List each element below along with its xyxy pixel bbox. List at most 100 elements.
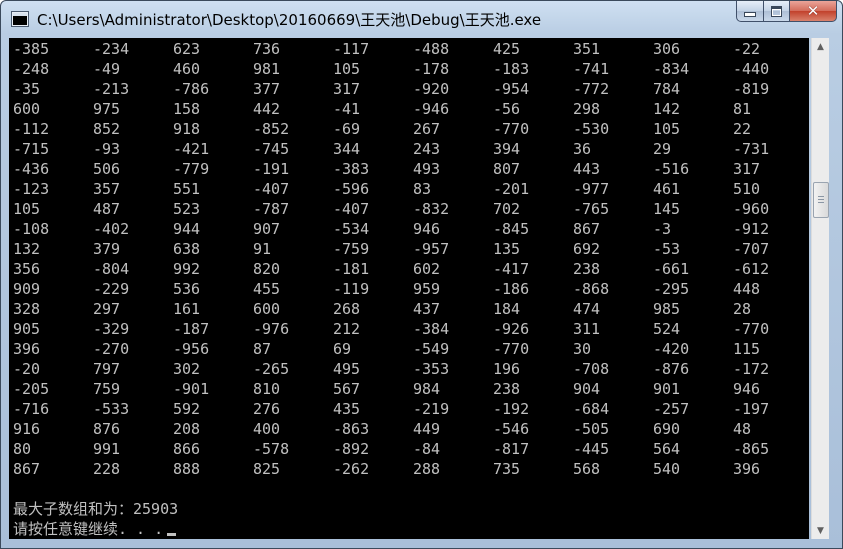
number-cell: -819: [733, 80, 770, 98]
number-cell: -445: [573, 440, 610, 458]
number-cell: -549: [413, 340, 450, 358]
number-cell: 784: [653, 80, 681, 98]
number-cell: 904: [573, 380, 601, 398]
vertical-scrollbar[interactable]: ▲ ▼: [811, 38, 829, 539]
number-cell: -745: [253, 140, 290, 158]
console-output[interactable]: -385 -234 623 736 -117 -488 425 351 306 -22 -248 -4…: [9, 38, 809, 539]
text-cursor: [167, 533, 177, 536]
number-cell: 638: [173, 240, 201, 258]
number-cell: 105: [333, 60, 361, 78]
number-cell: -172: [733, 360, 770, 378]
number-cell: 985: [653, 300, 681, 318]
number-cell: -892: [333, 440, 370, 458]
number-cell: -123: [13, 180, 50, 198]
number-cell: -178: [413, 60, 450, 78]
number-cell: 212: [333, 320, 361, 338]
number-cell: 228: [93, 460, 121, 478]
result-line: 最大子数组和为：25903: [13, 500, 179, 518]
number-cell: 267: [413, 120, 441, 138]
number-cell: -863: [333, 420, 370, 438]
number-cell: 91: [253, 240, 272, 258]
number-cell: 276: [253, 400, 281, 418]
number-cell: -731: [733, 140, 770, 158]
number-cell: 30: [573, 340, 592, 358]
number-cell: 83: [413, 180, 432, 198]
scroll-down-button[interactable]: ▼: [812, 522, 829, 539]
number-cell: 435: [333, 400, 361, 418]
number-cell: -3: [653, 220, 672, 238]
number-cell: 540: [653, 460, 681, 478]
number-cell: -270: [93, 340, 130, 358]
number-cell: 36: [573, 140, 592, 158]
number-cell: -407: [333, 200, 370, 218]
number-cell: -112: [13, 120, 50, 138]
number-cell: 311: [573, 320, 601, 338]
maximize-button[interactable]: [764, 1, 790, 22]
number-cell: 396: [13, 340, 41, 358]
prompt-text: 请按任意键继续. . .: [13, 520, 164, 538]
number-cell: -530: [573, 120, 610, 138]
number-cell: 132: [13, 240, 41, 258]
number-cell: 888: [173, 460, 201, 478]
minimize-button[interactable]: [736, 1, 764, 22]
number-cell: 158: [173, 100, 201, 118]
number-cell: -191: [253, 160, 290, 178]
number-cell: 377: [253, 80, 281, 98]
number-cell: -436: [13, 160, 50, 178]
number-cell: 536: [173, 280, 201, 298]
number-cell: 946: [733, 380, 761, 398]
number-cell: 916: [13, 420, 41, 438]
number-cell: 493: [413, 160, 441, 178]
window-title: C:\Users\Administrator\Desktop\20160669\…: [37, 11, 542, 29]
scroll-thumb[interactable]: [813, 182, 829, 218]
number-cell: 984: [413, 380, 441, 398]
number-cell: -248: [13, 60, 50, 78]
number-cell: 238: [493, 380, 521, 398]
number-cell: 495: [333, 360, 361, 378]
number-cell: -20: [13, 360, 41, 378]
number-cell: 564: [653, 440, 681, 458]
number-cell: 115: [733, 340, 761, 358]
number-cell: 524: [653, 320, 681, 338]
number-cell: 208: [173, 420, 201, 438]
number-cell: -772: [573, 80, 610, 98]
number-cell: 357: [93, 180, 121, 198]
number-cell: 810: [253, 380, 281, 398]
number-cell: 918: [173, 120, 201, 138]
console-window-icon[interactable]: [12, 12, 28, 26]
number-cell: -901: [173, 380, 210, 398]
close-icon: ✕: [806, 2, 820, 20]
number-cell: 959: [413, 280, 441, 298]
scroll-up-arrow-icon: ▲: [817, 41, 824, 52]
number-cell: 48: [733, 420, 752, 438]
number-cell: 602: [413, 260, 441, 278]
number-cell: 981: [253, 60, 281, 78]
number-cell: 105: [13, 200, 41, 218]
number-cell: 907: [253, 220, 281, 238]
close-button[interactable]: ✕: [790, 1, 837, 22]
number-cell: 991: [93, 440, 121, 458]
number-cell: -329: [93, 320, 130, 338]
number-cell: -578: [253, 440, 290, 458]
number-cell: -41: [333, 100, 361, 118]
title-bar[interactable]: C:\Users\Administrator\Desktop\20160669\…: [1, 1, 842, 35]
number-cell: -708: [573, 360, 610, 378]
number-cell: 975: [93, 100, 121, 118]
number-cell: -715: [13, 140, 50, 158]
number-cell: -741: [573, 60, 610, 78]
number-cell: -516: [653, 160, 690, 178]
number-cell: -295: [653, 280, 690, 298]
number-cell: -817: [493, 440, 530, 458]
scroll-up-button[interactable]: ▲: [812, 38, 829, 55]
number-cell: -402: [93, 220, 130, 238]
number-cell: -946: [413, 100, 450, 118]
number-cell: -960: [733, 200, 770, 218]
number-cell: 867: [573, 220, 601, 238]
thumb-grip-line: [818, 199, 824, 200]
number-cell: 449: [413, 420, 441, 438]
number-cell: 394: [493, 140, 521, 158]
number-cell: -93: [93, 140, 121, 158]
number-cell: 302: [173, 360, 201, 378]
number-cell: 196: [493, 360, 521, 378]
number-cell: 867: [13, 460, 41, 478]
